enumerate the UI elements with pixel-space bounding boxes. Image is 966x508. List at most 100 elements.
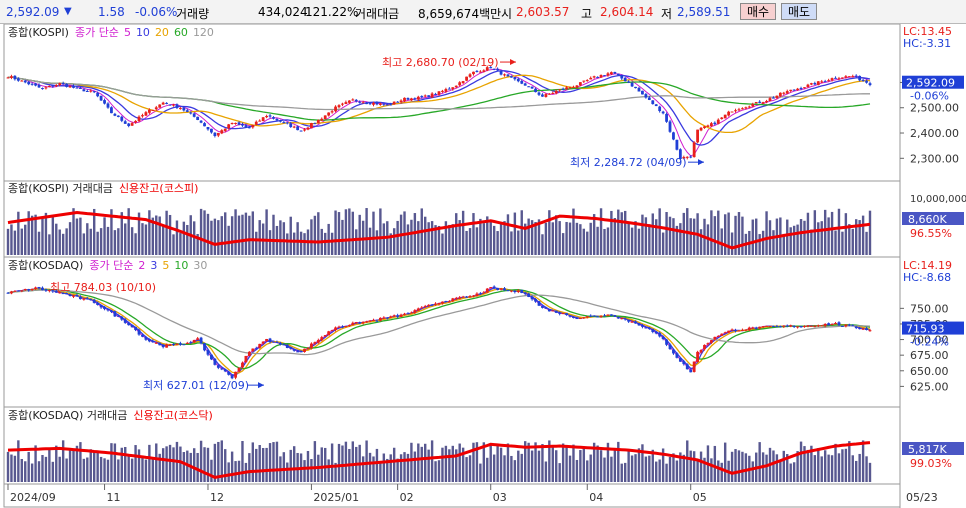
- kospi-candle-body: [547, 93, 551, 95]
- kospi-candle-body: [41, 88, 44, 90]
- kospi-amount-bar: [630, 227, 634, 255]
- kosdaq-amount-bar: [248, 453, 251, 482]
- kospi-amount-bar: [579, 224, 582, 255]
- kosdaq-amount-bar: [130, 458, 134, 482]
- kospi-candle-body: [706, 125, 710, 127]
- sell-button[interactable]: 매도: [781, 3, 817, 20]
- kospi-amount-bar: [258, 220, 261, 255]
- kospi-amount-bar: [637, 228, 641, 255]
- kospi-amount-bar: [96, 231, 99, 255]
- kospi-candle-body: [554, 90, 558, 94]
- kosdaq-candle-body: [534, 299, 537, 302]
- kosdaq-candle-body: [213, 358, 217, 365]
- kospi-amount-bar: [106, 226, 110, 255]
- kosdaq-amount-bar: [717, 460, 720, 482]
- kospi-candle-body: [834, 77, 837, 79]
- kospi-candle-body: [703, 126, 706, 129]
- kospi-candle-body: [351, 99, 355, 101]
- kospi-candle-body: [196, 116, 200, 121]
- kospi-candle-body: [751, 103, 755, 107]
- kosdaq-candle-body: [723, 332, 727, 334]
- kosdaq-amount-bar: [179, 446, 182, 482]
- kosdaq-amount-bar: [110, 443, 113, 482]
- kosdaq-amount-bar: [851, 455, 854, 482]
- kospi-legend-ma: 20: [155, 26, 169, 39]
- kosdaq-amount-bar: [444, 445, 448, 482]
- kospi-amount-bar: [375, 230, 379, 255]
- kospi-amount-bar: [623, 210, 627, 255]
- kospi-amount-bar: [520, 210, 523, 255]
- kospi-candle-body: [692, 142, 696, 158]
- kosdaq-pct-label: -0.24%: [910, 336, 949, 349]
- kospi-candle-body: [120, 116, 124, 121]
- kospi-amount-bar: [482, 223, 486, 255]
- kosdaq-amount-bar: [792, 462, 796, 482]
- kospi-candle-body: [237, 122, 241, 125]
- kosdaq-candle-body: [827, 323, 831, 326]
- kosdaq-candle-body: [382, 317, 386, 319]
- kosdaq-candle-body: [320, 337, 324, 341]
- kosdaq-amount-bar: [337, 443, 341, 482]
- kosdaq-amount-bar: [134, 445, 137, 482]
- kospi-candle-body: [841, 77, 844, 79]
- kosdaq-amount-bar: [265, 447, 268, 482]
- kospi-candle-body: [410, 98, 413, 101]
- kospi-amount-bar: [55, 223, 58, 255]
- kospi-amount-bar: [848, 224, 851, 255]
- kospi-candle-body: [27, 82, 31, 85]
- kospi-candle-body: [741, 108, 744, 110]
- kospi-candle-body: [420, 96, 424, 98]
- kosdaq-amount-bar: [327, 459, 330, 482]
- kospi-amount-bar: [479, 218, 482, 255]
- kospi-candle-body: [99, 95, 103, 101]
- x-end-label: 05/23: [906, 491, 938, 504]
- kosdaq-amount-bar: [227, 462, 230, 482]
- kosdaq-amount-bar: [410, 442, 413, 482]
- kospi-candle-body: [620, 74, 624, 79]
- kospi-candle-body: [830, 78, 834, 81]
- kosdaq-candle-body: [123, 319, 127, 323]
- kosdaq-candle-body: [13, 290, 17, 292]
- kospi-amount-bar: [461, 210, 465, 255]
- kospi-candle-body: [61, 83, 65, 85]
- kosdaq-candle-body: [596, 316, 600, 318]
- kosdaq-candle-body: [216, 365, 220, 368]
- kosdaq-amount-bar: [834, 443, 837, 482]
- kosdaq-amount-bar: [65, 458, 68, 482]
- kospi-candle-body: [203, 123, 206, 127]
- kosdaq-candle-body: [758, 326, 762, 329]
- kospi-amount-bar: [655, 219, 658, 255]
- kospi-amount-bar: [330, 232, 334, 255]
- kosdaq-legend-ma: 30: [193, 259, 207, 272]
- kospi-candle-body: [665, 113, 668, 122]
- kosdaq-amount-bar: [830, 455, 834, 482]
- kosdaq-amount-bar: [199, 440, 203, 482]
- kospi-amount-bar: [448, 224, 451, 255]
- price-change: 1.58: [98, 5, 125, 19]
- kosdaq-amount-bar: [537, 450, 541, 482]
- kosdaq-candle-body: [816, 325, 820, 327]
- kosdaq-amount-bar: [17, 440, 20, 482]
- kospi-candle-body: [399, 100, 403, 103]
- kospi-candle-body: [82, 89, 86, 92]
- kosdaq-amount-bar: [765, 454, 768, 482]
- kospi-amount-bar: [206, 213, 210, 255]
- kosdaq-candle-body: [551, 310, 555, 312]
- kospi-amount-bar: [20, 228, 23, 255]
- kosdaq-amount-bar: [644, 456, 648, 482]
- kosdaq-amount-bar: [168, 444, 172, 482]
- kosdaq-candle-body: [803, 326, 806, 328]
- kospi-amount-bar: [627, 223, 630, 255]
- kosdaq-amount-bar: [344, 441, 348, 482]
- kospi-candle-body: [389, 104, 393, 106]
- kospi-candle-body: [465, 76, 468, 81]
- kospi-amount-bar: [837, 208, 841, 255]
- kospi-amount-bar: [734, 215, 737, 255]
- kosdaq-candle-body: [761, 326, 765, 328]
- buy-button[interactable]: 매수: [740, 3, 776, 20]
- kosdaq-candle-body: [227, 371, 231, 375]
- kospi-candle-body: [744, 107, 748, 109]
- kospi-candle-body: [747, 106, 751, 108]
- kospi-candle-body: [572, 86, 575, 88]
- volume-label: 거래량: [176, 7, 210, 21]
